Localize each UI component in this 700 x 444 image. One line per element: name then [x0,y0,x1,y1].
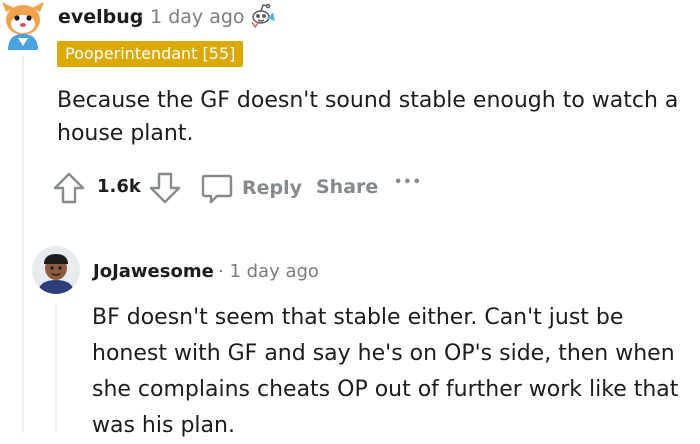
reply-label: Reply [242,177,303,199]
comment-timestamp[interactable]: · 1 day ago [138,6,245,28]
thread-line-main[interactable] [22,56,24,433]
comment-bubble-icon [201,174,233,204]
thread-line-reply[interactable] [55,305,57,433]
comment-body: BF doesn't seem that stable either. Can'… [92,305,679,438]
avatar[interactable] [0,0,46,52]
reply-button[interactable]: Reply [200,170,302,206]
comment-author[interactable]: JoJawesome [93,261,214,282]
share-button[interactable]: Share [316,176,378,198]
downvote-arrow-icon [149,172,181,204]
comment-author[interactable]: evelbug [58,6,143,28]
snoo-award-icon [248,2,276,30]
more-options-button[interactable]: ••• [394,175,422,190]
comment-action-bar: 1.6k Reply Share ••• [50,170,450,206]
vote-count: 1.6k [97,176,141,197]
comment-timestamp[interactable]: · 1 day ago [218,261,319,282]
avatar[interactable] [32,246,80,294]
downvote-button[interactable] [148,170,182,206]
comment-body: Because the GF doesn't sound stable enou… [57,88,679,146]
upvote-button[interactable] [52,170,86,206]
user-flair: Pooperintendant [55] [57,41,244,67]
upvote-arrow-icon [53,172,85,204]
